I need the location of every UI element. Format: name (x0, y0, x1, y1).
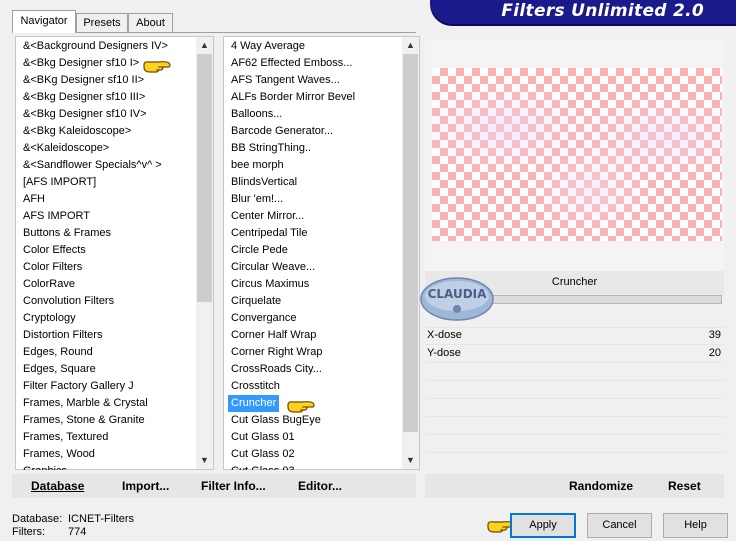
help-button[interactable]: Help (663, 513, 728, 538)
list-item[interactable]: 4 Way Average (231, 38, 305, 55)
divider (425, 380, 724, 381)
param-value: 20 (708, 347, 721, 359)
svg-text:CLAUDIA: CLAUDIA (428, 287, 488, 301)
filters-count: 774 (68, 526, 87, 538)
list-item[interactable]: AF62 Effected Emboss... (231, 55, 352, 72)
pointing-hand-icon (143, 61, 171, 73)
list-item[interactable]: Frames, Marble & Crystal (23, 395, 148, 412)
list-item[interactable]: &<Background Designers IV> (23, 38, 168, 55)
list-item[interactable]: &<Bkg Designer sf10 I> (23, 55, 139, 72)
list-item[interactable]: [AFS IMPORT] (23, 174, 96, 191)
list-item[interactable]: Edges, Square (23, 361, 96, 378)
list-item[interactable]: Frames, Wood (23, 446, 95, 463)
list-item[interactable]: CrossRoads City... (231, 361, 322, 378)
list-item[interactable]: &<BKg Designer sf10 II> (23, 72, 144, 89)
editor-button[interactable]: Editor... (298, 477, 342, 495)
list-item[interactable]: Edges, Round (23, 344, 93, 361)
filter-scrollbar[interactable]: ▲ ▼ (402, 37, 419, 469)
param-y-dose[interactable]: Y-dose 20 (427, 345, 723, 361)
list-item[interactable]: Circular Weave... (231, 259, 315, 276)
list-item[interactable]: Corner Half Wrap (231, 327, 316, 344)
list-item[interactable]: Graphics (23, 463, 67, 470)
list-item[interactable]: Cut Glass 03 (231, 463, 295, 470)
scroll-thumb[interactable] (403, 54, 418, 432)
list-item[interactable]: Color Filters (23, 259, 82, 276)
pointing-hand-icon (287, 401, 315, 413)
list-item[interactable]: Blur 'em!... (231, 191, 283, 208)
import-button[interactable]: Import... (122, 477, 169, 495)
apply-button[interactable]: Apply (510, 513, 576, 538)
list-item[interactable]: &<Kaleidoscope> (23, 140, 109, 157)
list-item[interactable]: Corner Right Wrap (231, 344, 323, 361)
list-item[interactable]: &<Sandflower Specials^v^ > (23, 157, 162, 174)
list-item[interactable]: &<Bkg Designer sf10 IV> (23, 106, 147, 123)
list-item[interactable]: Buttons & Frames (23, 225, 111, 242)
cancel-button[interactable]: Cancel (587, 513, 652, 538)
list-item[interactable]: Cut Glass 02 (231, 446, 295, 463)
list-item[interactable]: Barcode Generator... (231, 123, 333, 140)
divider (425, 398, 724, 399)
list-item[interactable]: Frames, Textured (23, 429, 108, 446)
list-item[interactable]: BB StringThing.. (231, 140, 311, 157)
list-item[interactable]: AFS Tangent Waves... (231, 72, 340, 89)
list-item[interactable]: Convolution Filters (23, 293, 114, 310)
list-item[interactable]: Circus Maximus (231, 276, 309, 293)
scroll-down-icon[interactable]: ▼ (402, 452, 419, 469)
list-item[interactable]: Distortion Filters (23, 327, 102, 344)
divider (425, 362, 724, 363)
list-item[interactable]: bee morph (231, 157, 284, 174)
scroll-down-icon[interactable]: ▼ (196, 452, 213, 469)
param-value: 39 (708, 329, 721, 341)
scroll-up-icon[interactable]: ▲ (402, 37, 419, 54)
list-item[interactable]: Centripedal Tile (231, 225, 307, 242)
tab-about[interactable]: About (128, 13, 173, 32)
list-item[interactable]: Cryptology (23, 310, 76, 327)
title-banner: Filters Unlimited 2.0 (430, 0, 736, 24)
filter-info-button[interactable]: Filter Info... (201, 477, 266, 495)
divider (425, 416, 724, 417)
database-value: ICNET-Filters (68, 513, 134, 525)
list-item[interactable]: &<Bkg Designer sf10 III> (23, 89, 145, 106)
preview-overlay (432, 68, 722, 241)
list-item[interactable]: Cirquelate (231, 293, 281, 310)
list-item[interactable]: Frames, Stone & Granite (23, 412, 145, 429)
list-item[interactable]: Center Mirror... (231, 208, 304, 225)
divider (425, 452, 724, 453)
list-item[interactable]: Cut Glass BugEye (231, 412, 321, 429)
list-item[interactable]: AFS IMPORT (23, 208, 90, 225)
scroll-thumb[interactable] (197, 54, 212, 302)
list-item[interactable]: ALFs Border Mirror Bevel (231, 89, 355, 106)
divider (425, 434, 724, 435)
list-item[interactable]: Filter Factory Gallery J (23, 378, 134, 395)
app-title: Filters Unlimited 2.0 (501, 1, 704, 21)
param-x-dose[interactable]: X-dose 39 (427, 327, 723, 343)
database-label: Database: (12, 513, 63, 525)
list-item[interactable]: BlindsVertical (231, 174, 297, 191)
category-scrollbar[interactable]: ▲ ▼ (196, 37, 213, 469)
scroll-up-icon[interactable]: ▲ (196, 37, 213, 54)
database-button[interactable]: Database (31, 477, 84, 495)
list-item[interactable]: Crosstitch (231, 378, 280, 395)
randomize-button[interactable]: Randomize (569, 477, 633, 495)
param-label: X-dose (427, 329, 462, 341)
list-item[interactable]: AFH (23, 191, 45, 208)
list-item[interactable]: Convergance (231, 310, 296, 327)
list-item[interactable]: Cut Glass 01 (231, 429, 295, 446)
reset-button[interactable]: Reset (668, 477, 701, 495)
list-item[interactable]: Balloons... (231, 106, 282, 123)
claudia-watermark: CLAUDIA (420, 277, 494, 321)
list-item[interactable]: Circle Pede (231, 242, 288, 259)
param-label: Y-dose (427, 347, 461, 359)
filters-label: Filters: (12, 526, 45, 538)
tab-navigator[interactable]: Navigator (12, 10, 76, 33)
list-item[interactable]: &<Bkg Kaleidoscope> (23, 123, 131, 140)
list-item[interactable]: Color Effects (23, 242, 86, 259)
list-item[interactable]: ColorRave (23, 276, 75, 293)
list-item[interactable]: Cruncher (228, 395, 280, 412)
tab-presets[interactable]: Presets (76, 13, 128, 32)
